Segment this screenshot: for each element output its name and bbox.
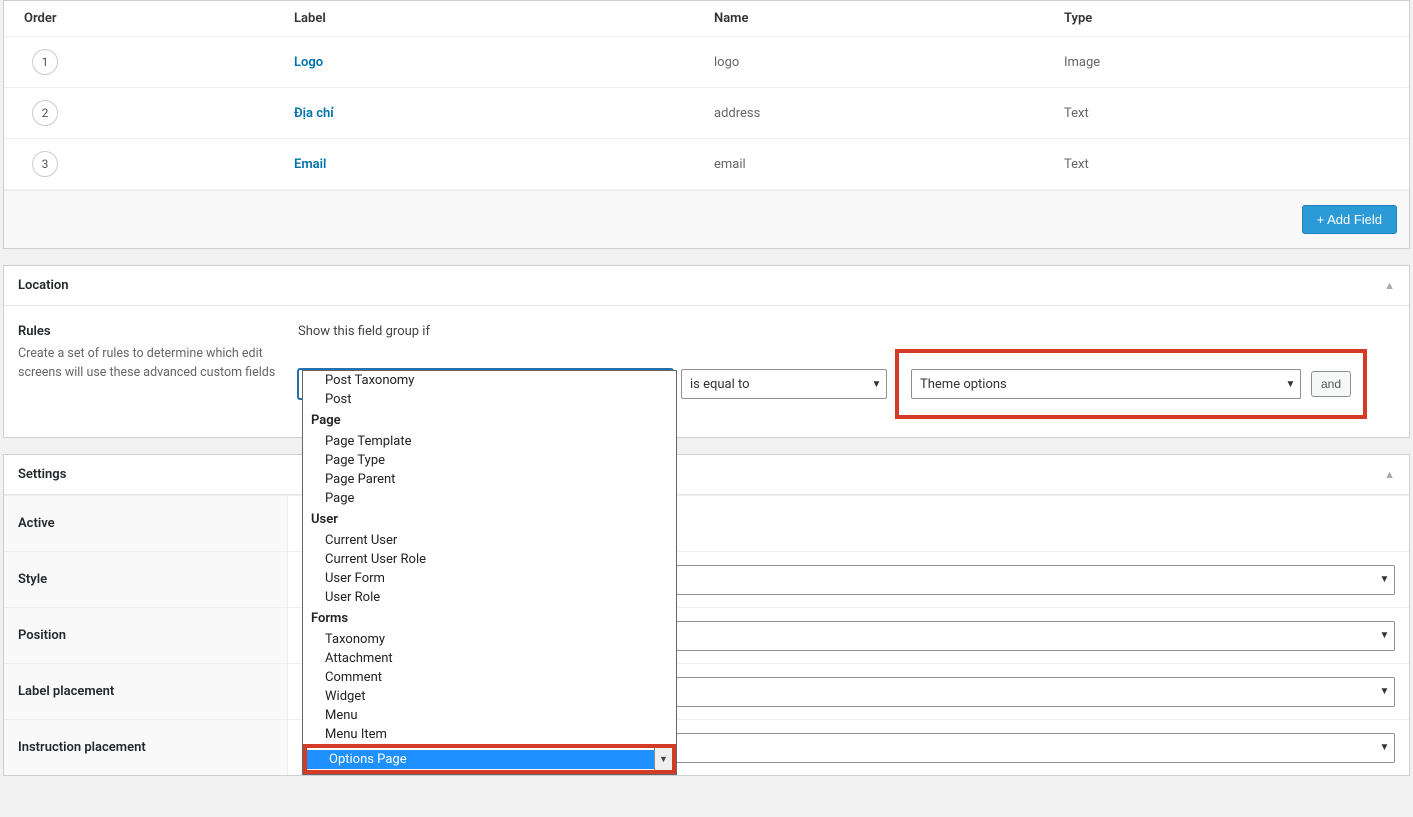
dropdown-option[interactable]: Page: [303, 489, 676, 508]
dropdown-option[interactable]: Widget: [303, 687, 676, 706]
field-label-link[interactable]: Email: [294, 157, 326, 172]
location-panel: Location ▲ Rules Create a set of rules t…: [3, 265, 1410, 438]
field-label-link[interactable]: Logo: [294, 55, 323, 70]
header-label: Label: [294, 11, 714, 26]
settings-label-active: Active: [4, 496, 288, 551]
dropdown-option[interactable]: Menu Item: [303, 725, 676, 744]
field-name-cell: logo: [714, 55, 1064, 70]
settings-label-label-placement: Label placement: [4, 664, 288, 719]
dropdown-option[interactable]: Attachment: [303, 649, 676, 668]
dropdown-selected-highlight-box: Options Page ▼: [303, 744, 676, 774]
location-header: Location ▲: [4, 266, 1409, 306]
header-type: Type: [1064, 11, 1399, 26]
dropdown-group-label: Page: [303, 409, 676, 432]
add-field-button[interactable]: + Add Field: [1302, 205, 1397, 234]
rules-sidebar: Rules Create a set of rules to determine…: [18, 324, 298, 419]
rule-value-select[interactable]: Theme options ▼: [911, 369, 1301, 399]
order-badge[interactable]: 2: [32, 100, 58, 126]
collapse-toggle-icon[interactable]: ▲: [1384, 279, 1395, 292]
dropdown-option[interactable]: Page Template: [303, 432, 676, 451]
header-name: Name: [714, 11, 1064, 26]
fields-panel: Order Label Name Type 1 Logo logo Image …: [3, 0, 1410, 249]
field-type-cell: Text: [1064, 157, 1399, 172]
rules-description: Create a set of rules to determine which…: [18, 345, 288, 383]
settings-title: Settings: [18, 467, 66, 482]
dropdown-option[interactable]: Comment: [303, 668, 676, 687]
order-badge[interactable]: 1: [32, 49, 58, 75]
dropdown-group-label: Forms: [303, 607, 676, 630]
collapse-toggle-icon[interactable]: ▲: [1384, 468, 1395, 481]
rule-operator-value: is equal to: [682, 377, 866, 392]
dropdown-option[interactable]: Post Taxonomy: [303, 371, 676, 390]
settings-row-position: Position ▼: [4, 607, 1409, 663]
header-order: Order: [14, 11, 294, 26]
field-name-cell: email: [714, 157, 1064, 172]
settings-panel: Settings ▲ Active Style ▼ Position ▼: [3, 454, 1410, 776]
dropdown-option[interactable]: User Form: [303, 569, 676, 588]
dropdown-option[interactable]: Taxonomy: [303, 630, 676, 649]
dropdown-option[interactable]: Menu: [303, 706, 676, 725]
add-and-rule-button[interactable]: and: [1311, 371, 1351, 397]
rule-operator-select[interactable]: is equal to ▼: [681, 369, 887, 399]
field-label-link[interactable]: Địa chỉ: [294, 106, 334, 121]
location-title: Location: [18, 278, 69, 293]
dropdown-option[interactable]: Post: [303, 390, 676, 409]
settings-row-style: Style ▼: [4, 551, 1409, 607]
field-row[interactable]: 3 Email email Text: [4, 139, 1409, 190]
rules-instruction: Show this field group if: [298, 324, 1395, 339]
settings-row-label-placement: Label placement ▼: [4, 663, 1409, 719]
fields-header-row: Order Label Name Type: [4, 1, 1409, 37]
settings-row-instruction-placement: Instruction placement Below labels ▼: [4, 719, 1409, 775]
dropdown-option[interactable]: User Role: [303, 588, 676, 607]
dropdown-group-label: User: [303, 508, 676, 531]
dropdown-option[interactable]: Current User Role: [303, 550, 676, 569]
rules-heading: Rules: [18, 324, 288, 339]
rule-param-dropdown-open[interactable]: Post Taxonomy Post Page Page Template Pa…: [302, 370, 677, 775]
chevron-down-icon: ▼: [1374, 742, 1394, 753]
field-row[interactable]: 1 Logo logo Image: [4, 37, 1409, 88]
rule-value-highlight-box: Theme options ▼ and: [895, 349, 1367, 419]
settings-label-instruction-placement: Instruction placement: [4, 720, 288, 775]
dropdown-option[interactable]: Page Parent: [303, 470, 676, 489]
dropdown-option-selected[interactable]: Options Page: [307, 750, 654, 769]
order-badge[interactable]: 3: [32, 151, 58, 177]
field-name-cell: address: [714, 106, 1064, 121]
field-row[interactable]: 2 Địa chỉ address Text: [4, 88, 1409, 139]
chevron-down-icon: ▼: [1374, 574, 1394, 585]
field-type-cell: Text: [1064, 106, 1399, 121]
chevron-down-icon: ▼: [1374, 686, 1394, 697]
chevron-down-icon: ▼: [866, 379, 886, 390]
fields-footer: + Add Field: [4, 190, 1409, 248]
settings-label-position: Position: [4, 608, 288, 663]
rule-value-text: Theme options: [912, 377, 1280, 392]
dropdown-option[interactable]: Page Type: [303, 451, 676, 470]
field-type-cell: Image: [1064, 55, 1399, 70]
chevron-down-icon: ▼: [1280, 379, 1300, 390]
settings-row-active: Active: [4, 495, 1409, 551]
dropdown-option[interactable]: Current User: [303, 531, 676, 550]
settings-header: Settings ▲: [4, 455, 1409, 495]
settings-label-style: Style: [4, 552, 288, 607]
chevron-down-icon[interactable]: ▼: [654, 748, 672, 770]
chevron-down-icon: ▼: [1374, 630, 1394, 641]
